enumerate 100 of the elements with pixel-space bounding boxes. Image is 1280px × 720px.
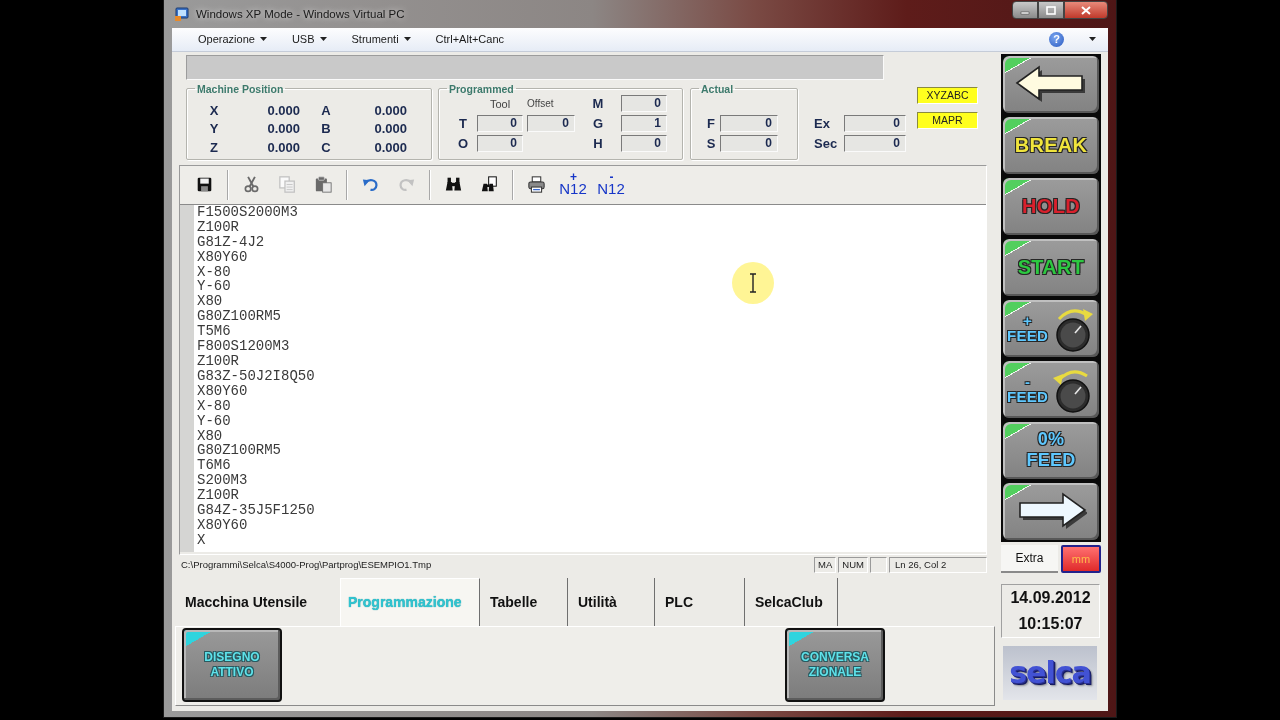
column-header: Tool <box>488 97 512 110</box>
code-line: Z100R <box>197 219 240 235</box>
tab[interactable]: Utilità <box>568 577 655 626</box>
code-line: G83Z-50J2I8Q50 <box>197 368 315 384</box>
close-icon <box>1081 5 1091 15</box>
extra-button[interactable]: Extra <box>1001 544 1058 573</box>
logo: selca <box>1003 645 1097 700</box>
readout-field: 0 <box>477 115 523 133</box>
axis-value: 0.000 <box>373 102 407 118</box>
clipboard-icon <box>314 176 332 194</box>
tab[interactable]: Macchina Utensile <box>175 577 340 626</box>
axis-label: B <box>320 121 332 137</box>
binoculars-page-icon <box>480 176 498 194</box>
axis-value: 0.000 <box>266 121 300 137</box>
scissors-icon <box>242 176 260 194</box>
renumber-button[interactable]: - N12 <box>594 169 628 200</box>
menu-item[interactable]: Strumenti <box>351 33 411 46</box>
axis-value: 0.000 <box>373 121 407 137</box>
tab[interactable]: PLC <box>655 577 745 626</box>
tab[interactable]: Tabelle <box>480 577 568 626</box>
minimize-button[interactable] <box>1012 1 1038 19</box>
field-label: M <box>591 96 605 112</box>
maximize-button[interactable] <box>1038 1 1064 19</box>
readout-field: 0 <box>527 115 575 133</box>
field-label: Sec <box>814 136 839 152</box>
code-line: Y-60 <box>197 279 232 295</box>
cursor-position-text: Ln 26, Col 2 <box>889 556 987 573</box>
printer-icon <box>527 176 545 194</box>
code-line: Z100R <box>197 354 240 369</box>
readout-field: 0 <box>477 135 523 153</box>
code-line: X <box>197 532 207 548</box>
code-line: G81Z-4J2 <box>197 234 266 250</box>
status-panel <box>870 556 887 573</box>
code-line: Y-60 <box>197 413 232 429</box>
code-line: G80Z100RM5 <box>197 443 282 459</box>
readout-field: 1 <box>621 115 667 133</box>
maximize-icon <box>1046 5 1056 15</box>
renumber-button[interactable]: + N12 <box>556 169 590 200</box>
code-line: X-80 <box>197 264 232 280</box>
status-badge: XYZABC <box>917 86 978 104</box>
axis-label: A <box>320 102 332 118</box>
file-path-text: C:\Programmi\Selca\S4000-Prog\Partprog\ESEMPIO1.Tmp <box>180 557 433 572</box>
back-arrow-button[interactable] <box>1003 55 1099 113</box>
code-line: T5M6 <box>197 324 232 340</box>
status-indicator: NUM <box>838 556 868 573</box>
status-indicator: MA <box>814 556 837 573</box>
axis-label: X <box>208 102 220 118</box>
axis-label: C <box>320 139 332 155</box>
field-label: Ex <box>814 116 831 132</box>
time-text: 10:15:07 <box>1018 613 1083 634</box>
group-title: Programmed <box>448 82 515 95</box>
field-label: O <box>456 136 470 152</box>
forward-arrow-button[interactable] <box>1003 482 1099 540</box>
code-line: S200M3 <box>197 473 249 489</box>
code-line: F800S1200M3 <box>197 339 291 354</box>
code-line: F1500S2000M3 <box>197 204 299 220</box>
code-line: Z100R <box>197 488 240 504</box>
axis-value: 0.000 <box>373 139 407 155</box>
readout-field: 0 <box>720 115 778 133</box>
field-label: H <box>592 136 604 152</box>
axis-label: Y <box>208 121 220 137</box>
menu-item[interactable]: Ctrl+Alt+Canc <box>435 33 505 46</box>
code-line: X-80 <box>197 398 232 414</box>
menu-item[interactable]: USB <box>291 33 327 46</box>
readout-field: 0 <box>844 135 906 153</box>
column-header: Offset <box>527 98 555 110</box>
axis-value: 0.000 <box>266 102 300 118</box>
app-icon <box>175 6 190 22</box>
code-line: T6M6 <box>197 458 232 474</box>
field-label: S <box>705 136 717 152</box>
window-title: Windows XP Mode - Windows Virtual PC <box>196 7 405 20</box>
code-line: G84Z-35J5F1250 <box>197 503 315 518</box>
readout-field: 0 <box>621 135 667 153</box>
readout-field: 0 <box>844 115 906 133</box>
field-label: T <box>458 116 468 132</box>
code-line: G80Z100RM5 <box>197 309 282 325</box>
field-label: F <box>706 116 716 132</box>
readout-field: 0 <box>720 135 778 153</box>
axis-value: 0.000 <box>266 139 300 155</box>
redo-icon <box>397 176 415 194</box>
pages-icon <box>278 176 296 194</box>
menu-item[interactable]: Operazione <box>198 33 267 46</box>
undo-icon <box>361 176 379 194</box>
code-line: X80 <box>197 294 224 310</box>
code-line: X80Y60 <box>197 517 249 533</box>
tab[interactable]: SelcaClub <box>745 577 838 626</box>
status-badge: MAPR <box>917 111 978 129</box>
readout-field: 0 <box>621 95 667 113</box>
code-line: X80Y60 <box>197 383 248 399</box>
field-label: G <box>591 116 605 132</box>
left-arrow-icon <box>1015 65 1087 104</box>
group-title: Machine Position <box>196 82 285 95</box>
axis-label: Z <box>209 139 219 155</box>
caret-icon <box>1089 37 1096 42</box>
code-line: X80Y60 <box>197 249 249 265</box>
mouse-cursor-icon <box>731 260 775 305</box>
date-text: 14.09.2012 <box>1010 587 1091 608</box>
group-title: Actual <box>700 82 735 95</box>
code-line: X80 <box>197 428 224 444</box>
close-button[interactable] <box>1064 1 1108 19</box>
